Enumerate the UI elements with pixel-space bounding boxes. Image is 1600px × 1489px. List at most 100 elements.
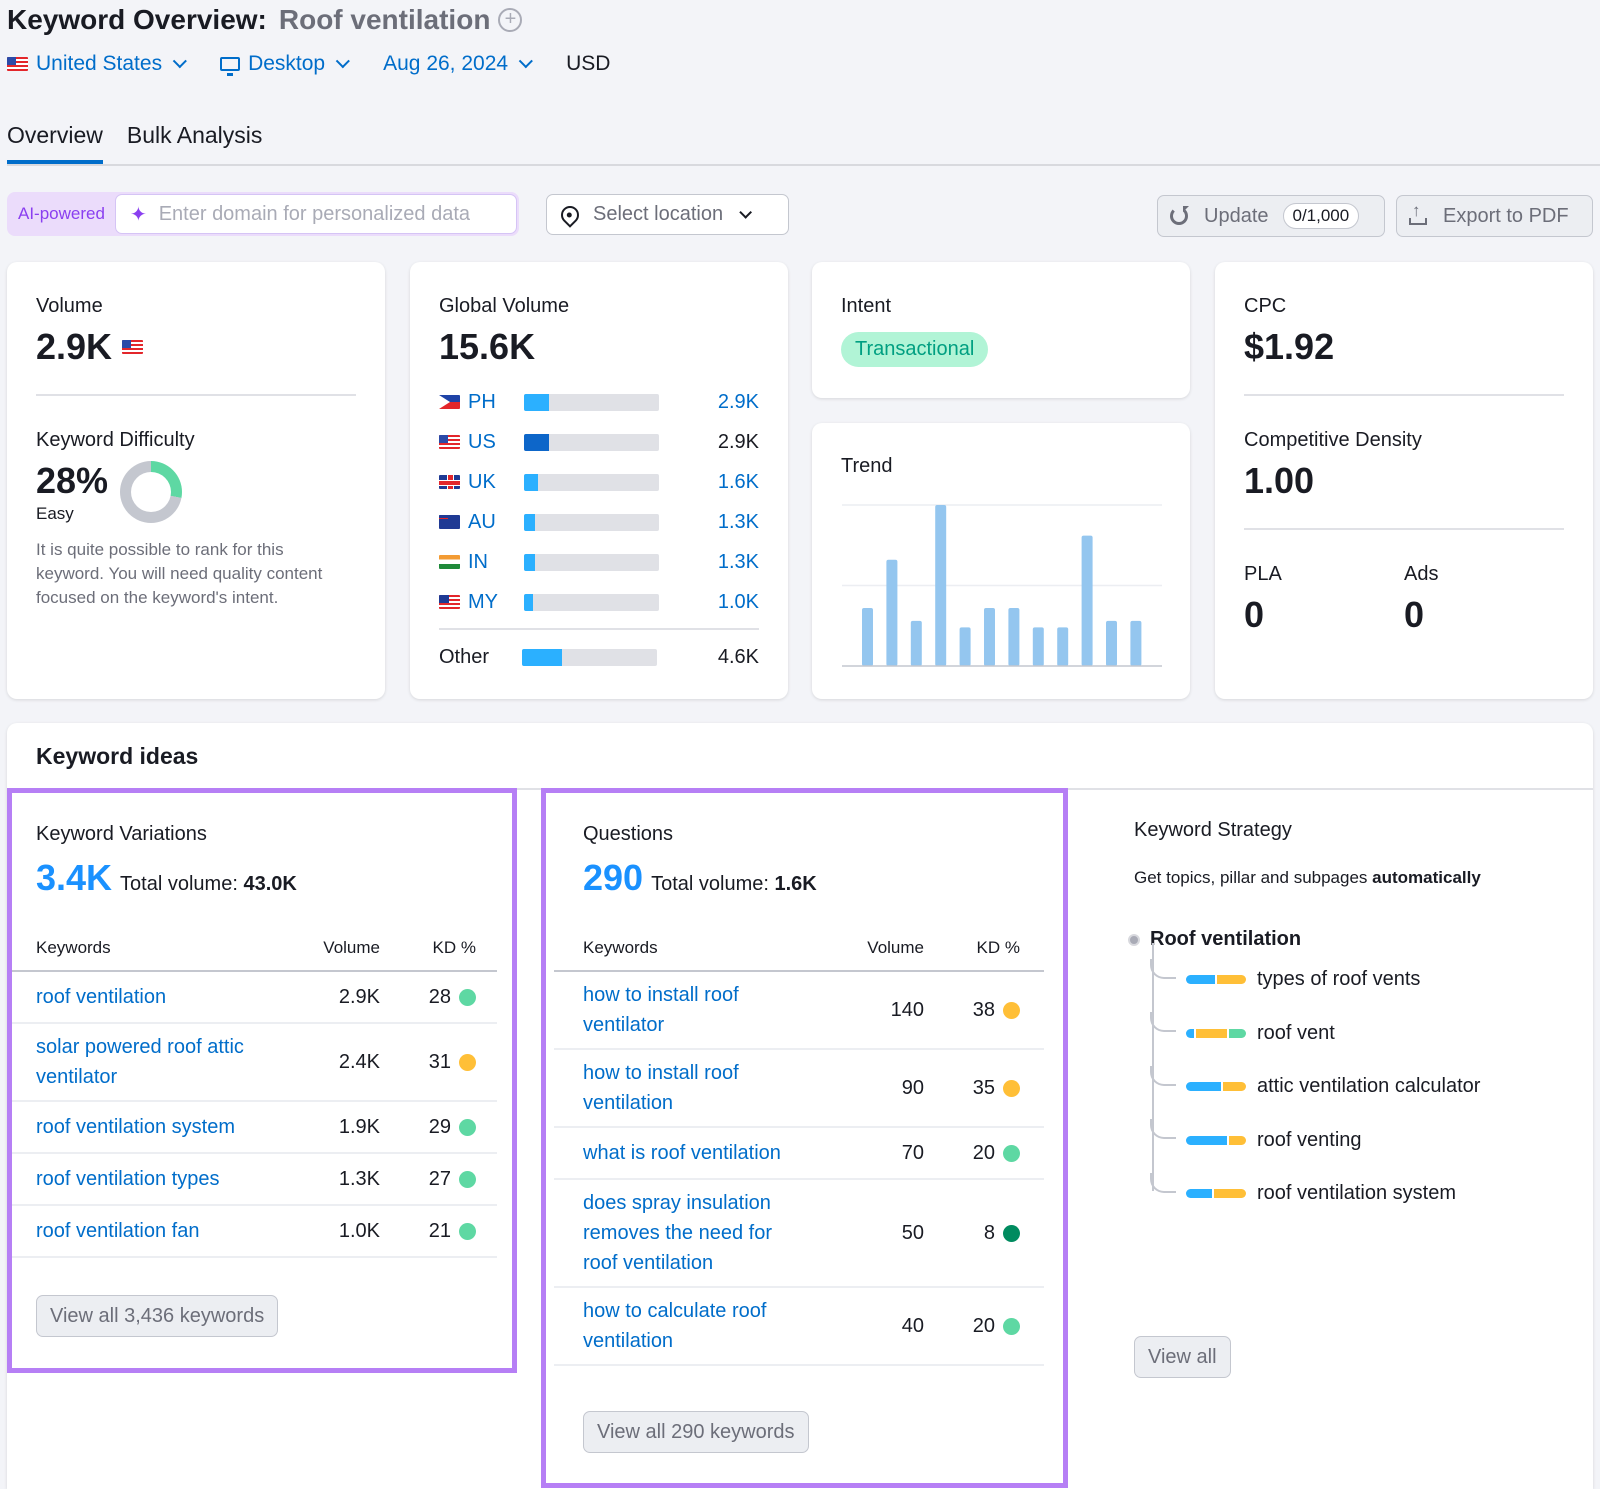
keyword-volume: 1.0K <box>338 1219 380 1242</box>
country-code-link[interactable]: UK <box>468 471 524 494</box>
kd-indicator-dot <box>1003 1144 1020 1162</box>
trend-bar[interactable] <box>1130 620 1142 666</box>
trend-bar[interactable] <box>959 627 971 666</box>
plus-circle-icon[interactable]: + <box>498 8 523 32</box>
keyword-link[interactable]: how to install roof ventilator <box>554 980 834 1040</box>
country-volume-value[interactable]: 1.3K <box>718 551 759 574</box>
update-button[interactable]: Update 0/1,000 <box>1157 195 1385 237</box>
trend-bar[interactable] <box>1106 620 1117 666</box>
view-all-variations-button[interactable]: View all 3,436 keywords <box>36 1295 279 1337</box>
country-row-ph: PH 2.9K <box>439 382 759 422</box>
country-volume-value[interactable]: 1.3K <box>718 511 759 534</box>
competitive-density-label: Competitive Density <box>1244 429 1422 451</box>
strategy-root[interactable]: Roof ventilation <box>1128 928 1301 951</box>
trend-bar[interactable] <box>910 620 922 666</box>
keyword-link[interactable]: solar powered roof attic ventilator <box>12 1032 292 1092</box>
keyword-link[interactable]: roof ventilation <box>12 982 292 1012</box>
keyword-link[interactable]: roof ventilation fan <box>12 1216 292 1246</box>
variations-count[interactable]: 3.4K <box>36 857 112 899</box>
strategy-item[interactable]: attic ventilation calculator <box>1150 1065 1480 1098</box>
divider <box>1244 394 1564 396</box>
keyword-volume: 140 <box>890 998 924 1021</box>
title-keyword: Roof ventilation <box>278 4 491 35</box>
location-select[interactable]: Select location <box>546 194 789 235</box>
trend-bar[interactable] <box>886 559 898 666</box>
country-code-link[interactable]: IN <box>468 551 524 574</box>
cpc-card: CPC $1.92 Competitive Density 1.00 PLA 0… <box>1215 262 1593 699</box>
pla-value: 0 <box>1244 594 1265 635</box>
country-volume-value[interactable]: 1.6K <box>718 471 759 494</box>
country-row-in: IN 1.3K <box>439 542 759 582</box>
trend-bar[interactable] <box>1008 608 1020 666</box>
trend-bar[interactable] <box>935 505 947 666</box>
keyword-volume: 90 <box>901 1076 924 1099</box>
column-header-kd: KD % <box>976 938 1020 957</box>
kd-donut-chart <box>120 461 183 523</box>
questions-table: Keywords Volume KD % how to install roof ve… <box>554 926 1044 1366</box>
tree-branch <box>1150 1119 1176 1139</box>
keyword-link[interactable]: roof ventilation types <box>12 1164 292 1194</box>
keyword-kd: 31 <box>380 1051 476 1074</box>
pla-label: PLA <box>1244 563 1282 585</box>
trend-bar[interactable] <box>984 608 995 666</box>
country-code-link[interactable]: AU <box>468 511 524 534</box>
trend-bar[interactable] <box>1032 627 1044 666</box>
trend-bar[interactable] <box>1081 535 1093 666</box>
keyword-kd: 35 <box>924 1077 1020 1100</box>
trend-bar[interactable] <box>862 608 873 666</box>
strategy-item[interactable]: types of roof vents <box>1150 958 1420 991</box>
volume-label: Volume <box>36 295 103 317</box>
questions-count[interactable]: 290 <box>583 857 643 899</box>
country-code-link[interactable]: MY <box>468 591 524 614</box>
date-label: Aug 26, 2024 <box>383 52 509 75</box>
country-code-link[interactable]: US <box>468 431 524 454</box>
export-pdf-button[interactable]: Export to PDF <box>1396 195 1593 237</box>
intent-mix-segment <box>1186 1189 1213 1198</box>
tree-branch <box>1150 1065 1176 1086</box>
intent-mix-bar <box>1186 1189 1246 1198</box>
keyword-volume: 2.9K <box>338 985 380 1008</box>
intent-mix-bar <box>1186 1135 1246 1145</box>
other-label: Other <box>439 645 490 668</box>
keyword-link[interactable]: what is roof ventilation <box>554 1138 834 1168</box>
other-share-bar <box>522 648 657 666</box>
questions-panel: Questions 290 Total volume: 1.6K Keyword… <box>541 788 1068 1488</box>
view-all-questions-button[interactable]: View all 290 keywords <box>583 1411 809 1453</box>
country-dropdown[interactable]: United States <box>7 52 187 76</box>
country-volume-value: 2.9K <box>717 430 759 453</box>
tab-bar: Overview Bulk Analysis <box>7 118 1600 166</box>
tab-overview[interactable]: Overview <box>7 118 103 164</box>
intent-mix-segment <box>1186 1135 1227 1145</box>
table-header: Keywords Volume KD % <box>554 926 1044 972</box>
strategy-subtitle: Get topics, pillar and subpages automati… <box>1134 868 1481 888</box>
country-volume-value[interactable]: 1.0K <box>718 591 759 614</box>
tab-bulk-analysis[interactable]: Bulk Analysis <box>127 118 263 164</box>
kd-description: It is quite possible to rank for this ke… <box>36 540 323 607</box>
location-pin-icon <box>557 201 583 228</box>
date-dropdown[interactable]: Aug 26, 2024 <box>383 52 533 76</box>
country-share-bar <box>524 593 659 611</box>
keyword-link[interactable]: how to install roof ventilation <box>554 1058 834 1118</box>
strategy-item[interactable]: roof ventilation system <box>1150 1172 1456 1205</box>
keyword-volume: 1.3K <box>338 1167 380 1190</box>
device-dropdown[interactable]: Desktop <box>220 52 351 76</box>
keyword-link[interactable]: roof ventilation system <box>12 1112 292 1142</box>
table-row: roof ventilation fan 1.0K 21 <box>12 1206 497 1258</box>
strategy-item[interactable]: roof vent <box>1150 1012 1335 1045</box>
kd-value: 27 <box>428 1167 451 1190</box>
kd-indicator-dot <box>459 988 476 1006</box>
strategy-item-label: roof venting <box>1257 1128 1362 1151</box>
keyword-link[interactable]: does spray insulation removes the need f… <box>554 1188 834 1278</box>
table-header: Keywords Volume KD % <box>12 926 497 972</box>
strategy-subtitle-text: Get topics, pillar and subpages <box>1134 868 1368 887</box>
keyword-variations-panel: Keyword Variations 3.4K Total volume: 43… <box>7 788 517 1373</box>
country-volume-value[interactable]: 2.9K <box>718 391 759 414</box>
domain-input[interactable] <box>158 202 509 226</box>
global-volume-value: 15.6K <box>439 326 536 367</box>
kd-value: 28 <box>428 985 451 1008</box>
trend-bar[interactable] <box>1057 627 1069 666</box>
view-all-strategy-button[interactable]: View all <box>1134 1336 1231 1378</box>
country-code-link[interactable]: PH <box>468 391 524 414</box>
strategy-item[interactable]: roof venting <box>1150 1119 1362 1152</box>
keyword-link[interactable]: how to calculate roof ventilation <box>554 1296 834 1356</box>
